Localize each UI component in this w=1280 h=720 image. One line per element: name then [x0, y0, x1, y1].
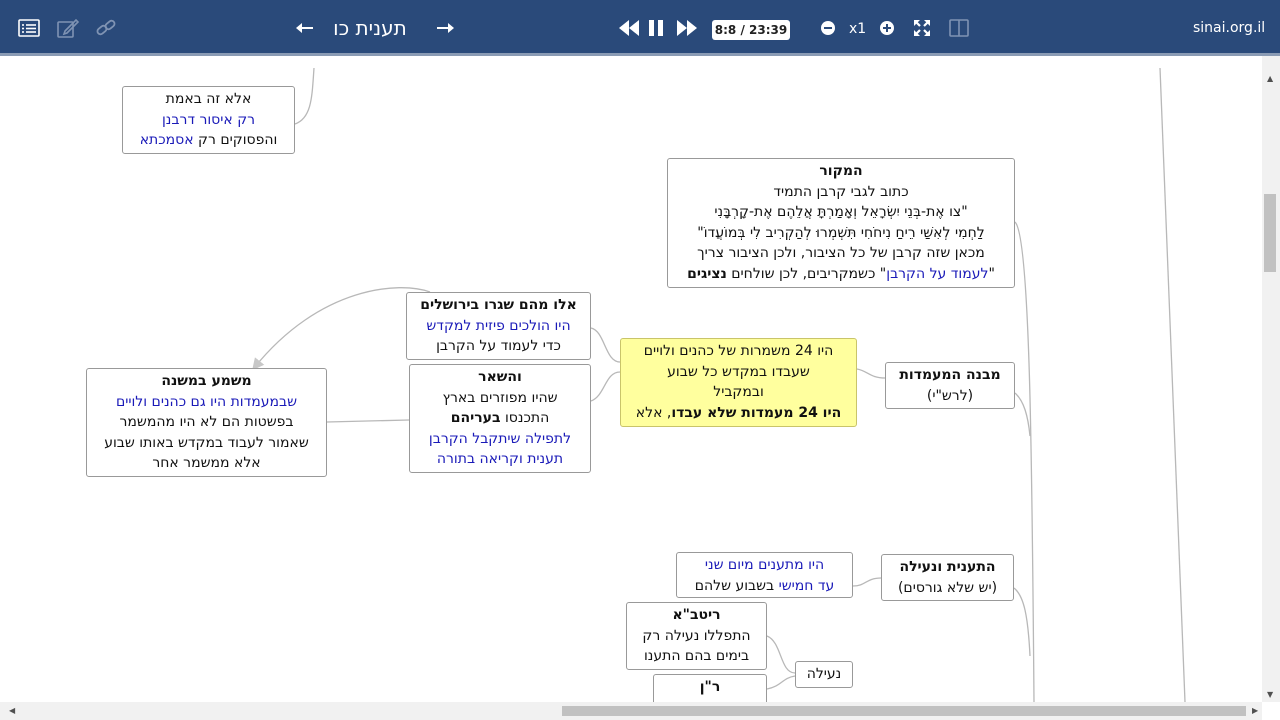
connector-line — [1159, 67, 1186, 702]
connector-line — [294, 67, 315, 125]
node-heading: והשאר — [478, 369, 522, 385]
node-text: היו 24 מעמדות שלא עבדו — [671, 404, 842, 421]
node-text: תענית וקריאה בתורה — [436, 451, 564, 467]
node-heading: המקור — [819, 163, 863, 179]
rewind-icon[interactable] — [617, 16, 641, 40]
connector-line — [856, 368, 886, 379]
node-text: היו מתענים מיום שני — [704, 557, 825, 573]
edit-icon[interactable] — [56, 16, 80, 40]
connector-line — [1013, 587, 1031, 657]
node-text: שאמור לעבוד במקדש באותו שבוע — [104, 434, 309, 451]
vertical-scrollbar[interactable] — [1262, 56, 1280, 702]
scroll-left-icon[interactable]: ◀ — [9, 706, 15, 715]
top-toolbar: תענית כו 8:8 / 23:39 x1 sinai.org.il — [0, 0, 1280, 56]
node-text: בשבוע שלהם — [694, 577, 779, 594]
node-structure[interactable]: מבנה המעמדות (לרש"י) — [885, 362, 1015, 409]
zoom-level: x1 — [849, 21, 867, 37]
node-heading: אלו מהם שגרו בירושלים — [420, 297, 577, 313]
node-ritva[interactable]: ריטב"א התפללו נעילה רק בימים בהם התענו — [626, 602, 767, 670]
connector-line — [766, 635, 796, 674]
connector-line — [1014, 392, 1031, 437]
node-text: נציגים — [687, 265, 727, 282]
node-text: בימים בהם התענו — [643, 648, 750, 664]
horizontal-scroll-thumb[interactable] — [562, 706, 1246, 716]
node-heading: ר"ן — [699, 679, 721, 695]
node-text: היו 24 משמרות של כהנים ולויים — [643, 343, 834, 359]
link-icon[interactable] — [94, 16, 118, 40]
node-text: אלא ממשמר אחר — [152, 455, 261, 471]
node-text: לעמוד על הקרבן — [886, 265, 989, 282]
arrow-right-icon[interactable] — [433, 16, 457, 40]
connector-line — [590, 371, 621, 402]
zoom-in-icon[interactable] — [875, 16, 899, 40]
node-heading: משמע במשנה — [161, 373, 252, 389]
pause-icon[interactable] — [644, 16, 668, 40]
connector-line — [590, 327, 621, 363]
site-name[interactable]: sinai.org.il — [1193, 20, 1265, 36]
node-text: לתפילה שיתקבל הקרבן — [428, 430, 572, 447]
list-icon[interactable] — [17, 16, 41, 40]
node-text: עד חמישי — [778, 577, 835, 594]
node-text: מכאן שזה קרבן של כל הציבור, ולכן הציבור … — [697, 245, 985, 261]
page-title: תענית כו — [333, 16, 407, 40]
fast-forward-icon[interactable] — [675, 16, 699, 40]
node-mishna[interactable]: משמע במשנה שבמעמדות היו גם כהנים ולויים … — [86, 368, 327, 477]
arrow-left-icon[interactable] — [293, 16, 317, 40]
node-text: שעבדו במקדש כל שבוע — [667, 363, 810, 380]
node-ran[interactable]: ר"ן — [653, 674, 767, 702]
connector-line — [326, 419, 410, 423]
node-neila[interactable]: נעילה — [795, 661, 853, 688]
connector-line — [766, 675, 796, 690]
connector-line — [1014, 221, 1035, 702]
node-text: לַחְמִי לְאִשַּׁי רֵיחַ נִיחֹחִי תִּשְׁמ… — [697, 224, 985, 241]
fullscreen-icon[interactable] — [910, 16, 934, 40]
mind-map-canvas[interactable]: אלא זה באמת רק איסור דרבנן והפסוקים רק א… — [0, 56, 1262, 702]
node-text: כדי לעמוד על הקרבן — [436, 338, 561, 354]
node-heading: ריטב"א — [672, 607, 721, 623]
scroll-right-icon[interactable]: ▶ — [1252, 706, 1258, 715]
scroll-up-icon[interactable]: ▲ — [1267, 74, 1273, 83]
split-view-icon[interactable] — [947, 16, 971, 40]
node-text: אלא זה באמת — [165, 91, 252, 107]
node-text: והפסוקים רק — [193, 132, 278, 148]
node-text: התפללו נעילה רק — [642, 627, 751, 644]
node-text: ובמקביל — [713, 384, 764, 400]
node-text: רק איסור דרבנן — [161, 111, 256, 128]
connector-arrow — [252, 287, 431, 371]
node-source[interactable]: המקור כתוב לגבי קרבן התמיד "צו אֶת-בְּנֵ… — [667, 158, 1015, 288]
node-text: כתוב לגבי קרבן התמיד — [773, 183, 909, 200]
node-text: " — [988, 265, 995, 282]
node-text: אסמכתא — [139, 132, 194, 148]
node-text: שהיו מפוזרים בארץ — [442, 389, 558, 406]
node-text: (לרש"י) — [926, 387, 974, 404]
node-text: , אלא — [635, 404, 672, 421]
scroll-down-icon[interactable]: ▼ — [1267, 690, 1273, 699]
node-text: בפשטות הם לא היו מהמשמר — [119, 414, 294, 430]
vertical-scroll-thumb[interactable] — [1264, 194, 1276, 272]
node-derabanan[interactable]: אלא זה באמת רק איסור דרבנן והפסוקים רק א… — [122, 86, 295, 154]
zoom-out-icon[interactable] — [816, 16, 840, 40]
node-heading: התענית ונעילה — [899, 559, 996, 575]
node-heading: מבנה המעמדות — [899, 367, 1001, 383]
node-text: (יש שלא גורסים) — [897, 579, 998, 596]
node-fast-neila[interactable]: התענית ונעילה (יש שלא גורסים) — [881, 554, 1014, 601]
node-rest[interactable]: והשאר שהיו מפוזרים בארץ התכנסו בעריהם לת… — [409, 364, 591, 473]
node-text: "צו אֶת-בְּנֵי יִשְׂרָאֵל וְאָמַרְתָּ אֲ… — [714, 204, 968, 220]
node-fasting-days[interactable]: היו מתענים מיום שני עד חמישי בשבוע שלהם — [676, 552, 853, 598]
connector-line — [852, 577, 882, 587]
node-text: שבמעמדות היו גם כהנים ולויים — [115, 393, 298, 410]
node-jerusalem[interactable]: אלו מהם שגרו בירושלים היו הולכים פיזית ל… — [406, 292, 591, 360]
node-text: נעילה — [806, 666, 842, 682]
node-text: בעריהם — [450, 410, 501, 426]
node-text: היו הולכים פיזית למקדש — [426, 317, 571, 334]
node-text: התכנסו — [500, 410, 550, 426]
node-mishmarot[interactable]: היו 24 משמרות של כהנים ולויים שעבדו במקד… — [620, 338, 857, 427]
time-display: 8:8 / 23:39 — [712, 20, 790, 40]
node-text: " כשמקריבים, לכן שולחים — [726, 265, 887, 282]
